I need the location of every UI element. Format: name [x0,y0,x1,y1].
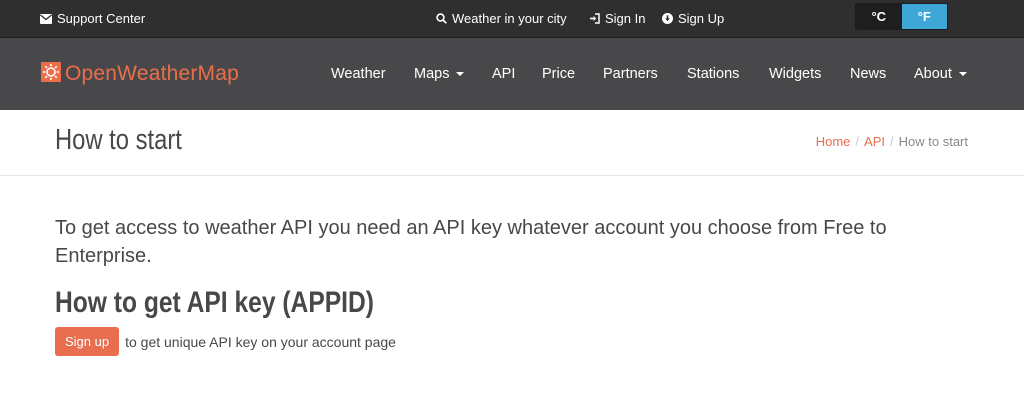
logo-text: OpenWeatherMap [65,62,240,85]
intro-paragraph: To get access to weather API you need an… [55,217,887,267]
envelope-icon [40,13,52,24]
signup-description: to get unique API key on your account pa… [125,333,396,350]
section-title: How to get API key (APPID) [55,286,374,319]
breadcrumb-current: How to start [898,134,968,149]
caret-down-icon [958,72,967,76]
nav-item-partners[interactable]: Partners [603,38,658,110]
nav-item-news[interactable]: News [850,38,886,110]
nav-item-about[interactable]: About [914,38,967,110]
signup-row: Sign up to get unique API key on your ac… [55,327,396,356]
download-circle-icon [662,13,673,24]
sign-in-label: Sign In [605,11,646,26]
sun-logo-icon [40,61,62,88]
nav-item-label: Partners [603,66,658,82]
breadcrumb-separator: / [855,134,860,149]
nav-item-stations[interactable]: Stations [687,38,739,110]
nav-item-maps[interactable]: Maps [414,38,465,110]
breadcrumb-separator: / [890,134,894,149]
nav-item-label: About [914,66,952,82]
logo-link[interactable]: OpenWeatherMap [40,38,239,110]
nav-item-label: Widgets [769,66,822,82]
sign-up-link[interactable]: Sign Up [662,0,724,37]
nav-item-label: Price [542,66,576,82]
nav-item-weather[interactable]: Weather [331,38,386,110]
sign-in-link[interactable]: Sign In [589,0,645,37]
temperature-unit-toggle: °C °F [855,3,948,30]
sign-in-icon [589,13,600,24]
search-icon [436,13,447,24]
nav-item-label: Weather [331,66,386,82]
nav-item-label: Maps [414,66,450,82]
sign-up-label: Sign Up [678,11,725,26]
nav-item-api[interactable]: API [492,38,515,110]
breadcrumb-api[interactable]: API [864,134,885,149]
sign-up-button[interactable]: Sign up [55,327,120,356]
caret-down-icon [456,72,465,76]
support-center-link[interactable]: Support Center [40,0,145,37]
weather-in-city-link[interactable]: Weather in your city [436,0,567,37]
top-bar: Support Center Weather in your city Sign… [0,0,1024,38]
weather-in-city-label: Weather in your city [452,11,567,26]
nav-item-widgets[interactable]: Widgets [769,38,821,110]
nav-item-label: News [850,66,887,82]
breadcrumb-home[interactable]: Home [816,134,851,149]
main-navbar: OpenWeatherMap Weather Maps API Price Pa… [0,38,1024,110]
nav-item-price[interactable]: Price [542,38,575,110]
page-header: How to start Home / API / How to start [0,110,1024,176]
nav-item-label: API [492,66,516,82]
page-title: How to start [55,124,182,156]
celsius-button[interactable]: °C [856,4,902,29]
breadcrumb: Home / API / How to start [816,134,968,149]
support-center-label: Support Center [57,11,146,26]
nav-item-label: Stations [687,66,740,82]
fahrenheit-button[interactable]: °F [901,4,947,29]
